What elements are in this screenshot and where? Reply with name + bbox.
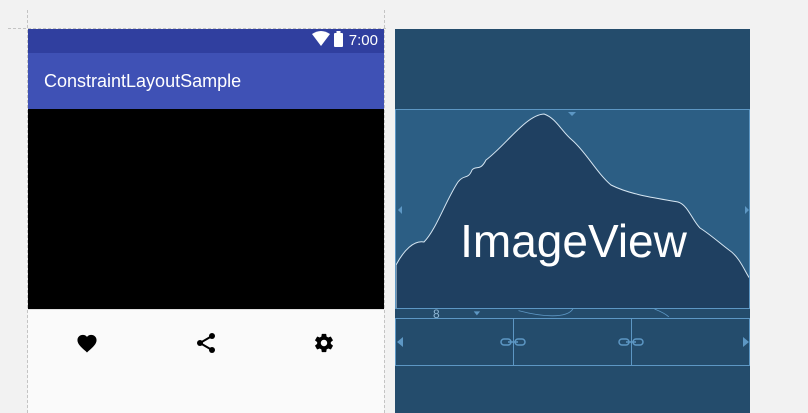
bottom-action-bar (28, 309, 384, 413)
favorite-button[interactable] (75, 331, 99, 355)
design-preview: 7:00 ConstraintLayoutSample (28, 29, 384, 413)
battery-icon (333, 30, 343, 52)
share-button[interactable] (194, 331, 218, 355)
constraint-curves (473, 309, 670, 317)
status-time: 7:00 (348, 32, 378, 49)
status-icons: 7:00 (311, 30, 378, 52)
image-view-label: ImageView (460, 215, 687, 267)
chain-icon[interactable] (618, 336, 644, 348)
mountain-placeholder-icon (396, 112, 749, 308)
blueprint-view: ImageView 8 (395, 29, 750, 413)
status-bar: 7:00 (28, 29, 384, 53)
layout-guide-right (384, 10, 385, 413)
constraint-handle-right-icon[interactable] (743, 337, 749, 347)
app-title: ConstraintLayoutSample (44, 71, 242, 91)
blueprint-action-row (395, 318, 750, 366)
image-view[interactable] (28, 109, 384, 309)
chain-icon[interactable] (500, 336, 526, 348)
share-icon (197, 333, 215, 353)
wifi-icon (311, 31, 330, 51)
heart-icon (77, 334, 97, 353)
gear-icon (315, 333, 333, 353)
constraint-handle-left-icon[interactable] (397, 337, 403, 347)
app-bar: ConstraintLayoutSample (28, 53, 384, 109)
blueprint-image-view[interactable]: ImageView (395, 109, 750, 309)
settings-button[interactable] (312, 331, 336, 355)
